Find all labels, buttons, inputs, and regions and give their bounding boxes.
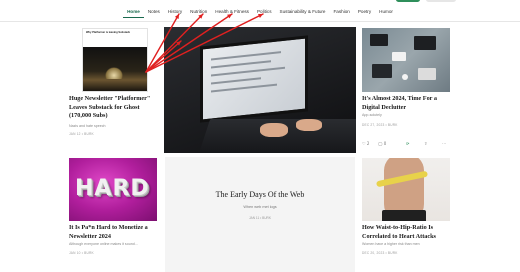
article-subtitle-platformer: Nazis and hate speech [69, 124, 106, 128]
article-meta-early-days: JAN 11 • BURK [249, 216, 271, 220]
article-meta-platformer: JAN 12 • BURK [69, 132, 94, 136]
paper-item [418, 68, 436, 80]
share-icon[interactable]: ⇪ [424, 141, 427, 146]
hard-image-lettering: HARD [75, 176, 150, 201]
coffee-cup-item [402, 74, 408, 80]
waist-measure-image[interactable] [362, 158, 450, 221]
article-subtitle-early-days: When web met logs [243, 205, 277, 209]
hard-text-image[interactable]: HARD [69, 158, 157, 221]
nav-item-poetry[interactable]: Poetry [354, 8, 375, 18]
platformer-thumbnail[interactable]: Why Platformer is leaving Substack [82, 28, 148, 92]
article-meta-monetize: JAN 10 • BURK [69, 251, 94, 255]
sign-in-button[interactable] [426, 0, 456, 2]
stage-light [105, 67, 123, 79]
article-title-platformer[interactable]: Huge Newsletter "Platformer" Leaves Subs… [69, 95, 161, 121]
article-title-declutter[interactable]: It's Almost 2024, Time For a Digital Dec… [362, 95, 450, 112]
article-subtitle-waist: Women have a higher risk than men [362, 242, 420, 246]
comment-button[interactable]: ◯ 0 [378, 141, 386, 146]
subscribe-button[interactable] [396, 0, 420, 2]
restack-icon[interactable]: ⟳ [406, 141, 409, 146]
laptop-item [372, 64, 392, 78]
more-options-icon[interactable]: ⋯ [442, 141, 446, 146]
comment-count: 0 [383, 141, 387, 146]
article-subtitle-monetize: Although everyone online makes it sound.… [69, 242, 138, 246]
article-title-monetize[interactable]: It Is Pa*n Hard to Monetize a Newsletter… [69, 224, 161, 241]
concert-hall-image [83, 47, 147, 91]
article-meta-declutter: DEC 27, 2023 • BURK [362, 123, 398, 127]
article-title-waist[interactable]: How Waist-to-Hip-Ratio Is Correlated to … [362, 224, 450, 241]
like-button[interactable]: ♡ 2 [362, 141, 369, 146]
article-title-early-days[interactable]: The Early Days Of the Web [165, 190, 355, 199]
desk-topdown-image[interactable] [362, 28, 450, 92]
nav-item-notes[interactable]: Notes [144, 8, 164, 18]
laptop-item [414, 36, 436, 50]
declutter-action-row: ♡ 2 ◯ 0 ⟳ ⇪ ⋯ [362, 141, 450, 148]
shorts [382, 210, 426, 221]
feature-card-early-days[interactable] [165, 157, 355, 272]
nav-item-home[interactable]: Home [123, 8, 144, 18]
nav-item-humor[interactable]: Humor [375, 8, 397, 18]
thumbnail-headline: Why Platformer is leaving Substack [86, 31, 130, 34]
like-count: 2 [366, 141, 370, 146]
notebook-item [392, 52, 406, 61]
article-subtitle-declutter: App-solutely [362, 113, 382, 117]
laptop-item [370, 34, 388, 46]
article-meta-waist: DEC 20, 2023 • BURK [362, 251, 398, 255]
